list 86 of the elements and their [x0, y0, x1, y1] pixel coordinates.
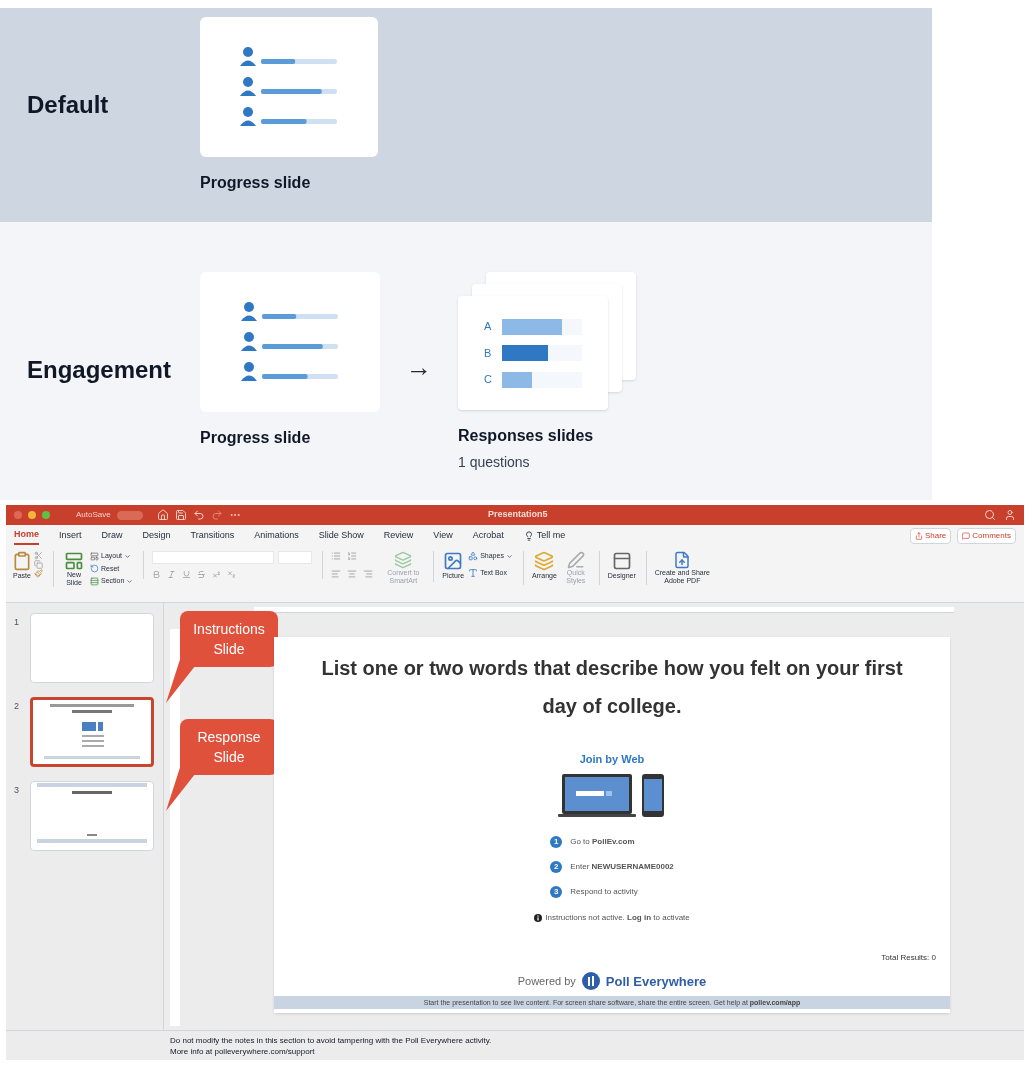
notes-text: Do not modify the notes in this section to avoid tampering with the Poll Everywhere activity.: [170, 1035, 493, 1046]
info-icon: [534, 913, 543, 922]
slide-number: 1: [14, 616, 20, 629]
share-button[interactable]: Share: [909, 528, 952, 544]
logo-icon: [581, 972, 600, 991]
tell-me-button[interactable]: Tell me: [523, 529, 566, 543]
save-icon[interactable]: [174, 509, 187, 521]
ribbon-tab[interactable]: Animations: [254, 527, 299, 545]
layers-icon: [394, 551, 413, 569]
notes-text: More info at polleverywhere.com/support: [170, 1046, 316, 1057]
home-icon[interactable]: [156, 509, 169, 521]
ribbon-tab[interactable]: Slide Show: [318, 527, 364, 545]
window-title: Presentation5: [488, 508, 548, 522]
slide-label: Progress slide: [200, 173, 312, 193]
step-number: 3: [550, 885, 563, 898]
ribbon-tab[interactable]: Transitions: [190, 527, 235, 545]
underline-icon[interactable]: [182, 570, 192, 579]
step-text: Go to PollEv.com: [570, 835, 635, 848]
step-text: Enter NEWUSERNAME0002: [570, 860, 674, 873]
ribbon-tab[interactable]: Design: [142, 527, 171, 545]
step-text: Respond to activity: [570, 885, 638, 898]
slide-thumbnail[interactable]: [30, 697, 154, 767]
ribbon-tab[interactable]: Draw: [101, 527, 123, 545]
comments-button[interactable]: Comments: [957, 528, 1016, 544]
notice-text: Instructions not active. Log in to activate: [545, 911, 690, 924]
share-icon: [914, 532, 923, 540]
slide-number: 2: [14, 700, 20, 713]
ribbon-tab[interactable]: View: [433, 527, 453, 545]
shapes-icon: [468, 551, 479, 562]
font-size-field[interactable]: [278, 551, 313, 564]
strikethrough-icon[interactable]: [197, 570, 207, 579]
slide-label: Progress slide: [200, 428, 312, 448]
person-icon[interactable]: [1004, 509, 1016, 521]
italic-icon[interactable]: [167, 570, 177, 579]
copy-icon[interactable]: [34, 560, 43, 569]
ribbon-tab[interactable]: Home: [14, 527, 39, 545]
ribbon-tab[interactable]: Acrobat: [472, 527, 504, 545]
pen-icon: [566, 551, 585, 569]
caret-icon: [126, 577, 134, 585]
powered-by-text: Powered by: [517, 974, 576, 989]
bold-icon[interactable]: [152, 570, 162, 579]
arrow: →: [406, 351, 432, 384]
numbering-icon[interactable]: [347, 551, 358, 561]
align-right-icon[interactable]: [363, 569, 374, 579]
ribbon-tab[interactable]: Insert: [59, 527, 82, 545]
rows-icon: [90, 576, 99, 586]
bar-label: A: [484, 319, 492, 335]
join-heading: Join by Web: [579, 752, 645, 767]
undo-icon[interactable]: [192, 509, 205, 521]
slide-title: List one or two words that describe how you felt on your first day of college.: [320, 656, 904, 719]
font-name-field[interactable]: [152, 551, 275, 564]
step-number: 1: [550, 835, 563, 848]
search-icon[interactable]: [984, 509, 996, 521]
slide-number: 3: [14, 784, 20, 797]
cut-icon[interactable]: [34, 551, 43, 560]
subscript-icon[interactable]: [227, 570, 237, 579]
total-results: Total Results: 0: [881, 951, 936, 964]
arrange-icon: [534, 551, 555, 571]
bar-label: C: [484, 372, 492, 388]
autosave-label: AutoSave: [76, 509, 111, 521]
file-upload-icon: [673, 551, 692, 569]
redo-icon[interactable]: [210, 509, 223, 521]
text-box-icon: [468, 567, 479, 578]
mode-title: Engagement: [26, 355, 173, 385]
lightbulb-icon: [523, 531, 534, 541]
superscript-icon[interactable]: [212, 570, 222, 579]
brand-name: Poll Everywhere: [605, 972, 707, 991]
slide-label: Responses slides: [458, 426, 595, 446]
format-painter-icon[interactable]: [34, 569, 43, 578]
layout-icon: [90, 551, 99, 561]
step-number: 2: [550, 860, 563, 873]
slide-layout-icon: [64, 551, 84, 571]
align-center-icon[interactable]: [347, 569, 358, 579]
align-left-icon[interactable]: [331, 569, 342, 579]
bar-label: B: [484, 345, 492, 361]
clipboard-icon: [12, 551, 32, 571]
mode-title: Default: [26, 90, 110, 120]
toggle-switch-icon[interactable]: [116, 510, 143, 520]
picture-icon: [443, 551, 464, 571]
comment-icon: [962, 532, 971, 540]
ribbon-tab[interactable]: Review: [383, 527, 414, 545]
reset-icon: [90, 564, 99, 574]
slide-sublabel: 1 questions: [458, 453, 531, 472]
bullets-icon[interactable]: [331, 551, 342, 561]
caret-icon: [124, 552, 132, 560]
caret-icon: [505, 552, 513, 560]
